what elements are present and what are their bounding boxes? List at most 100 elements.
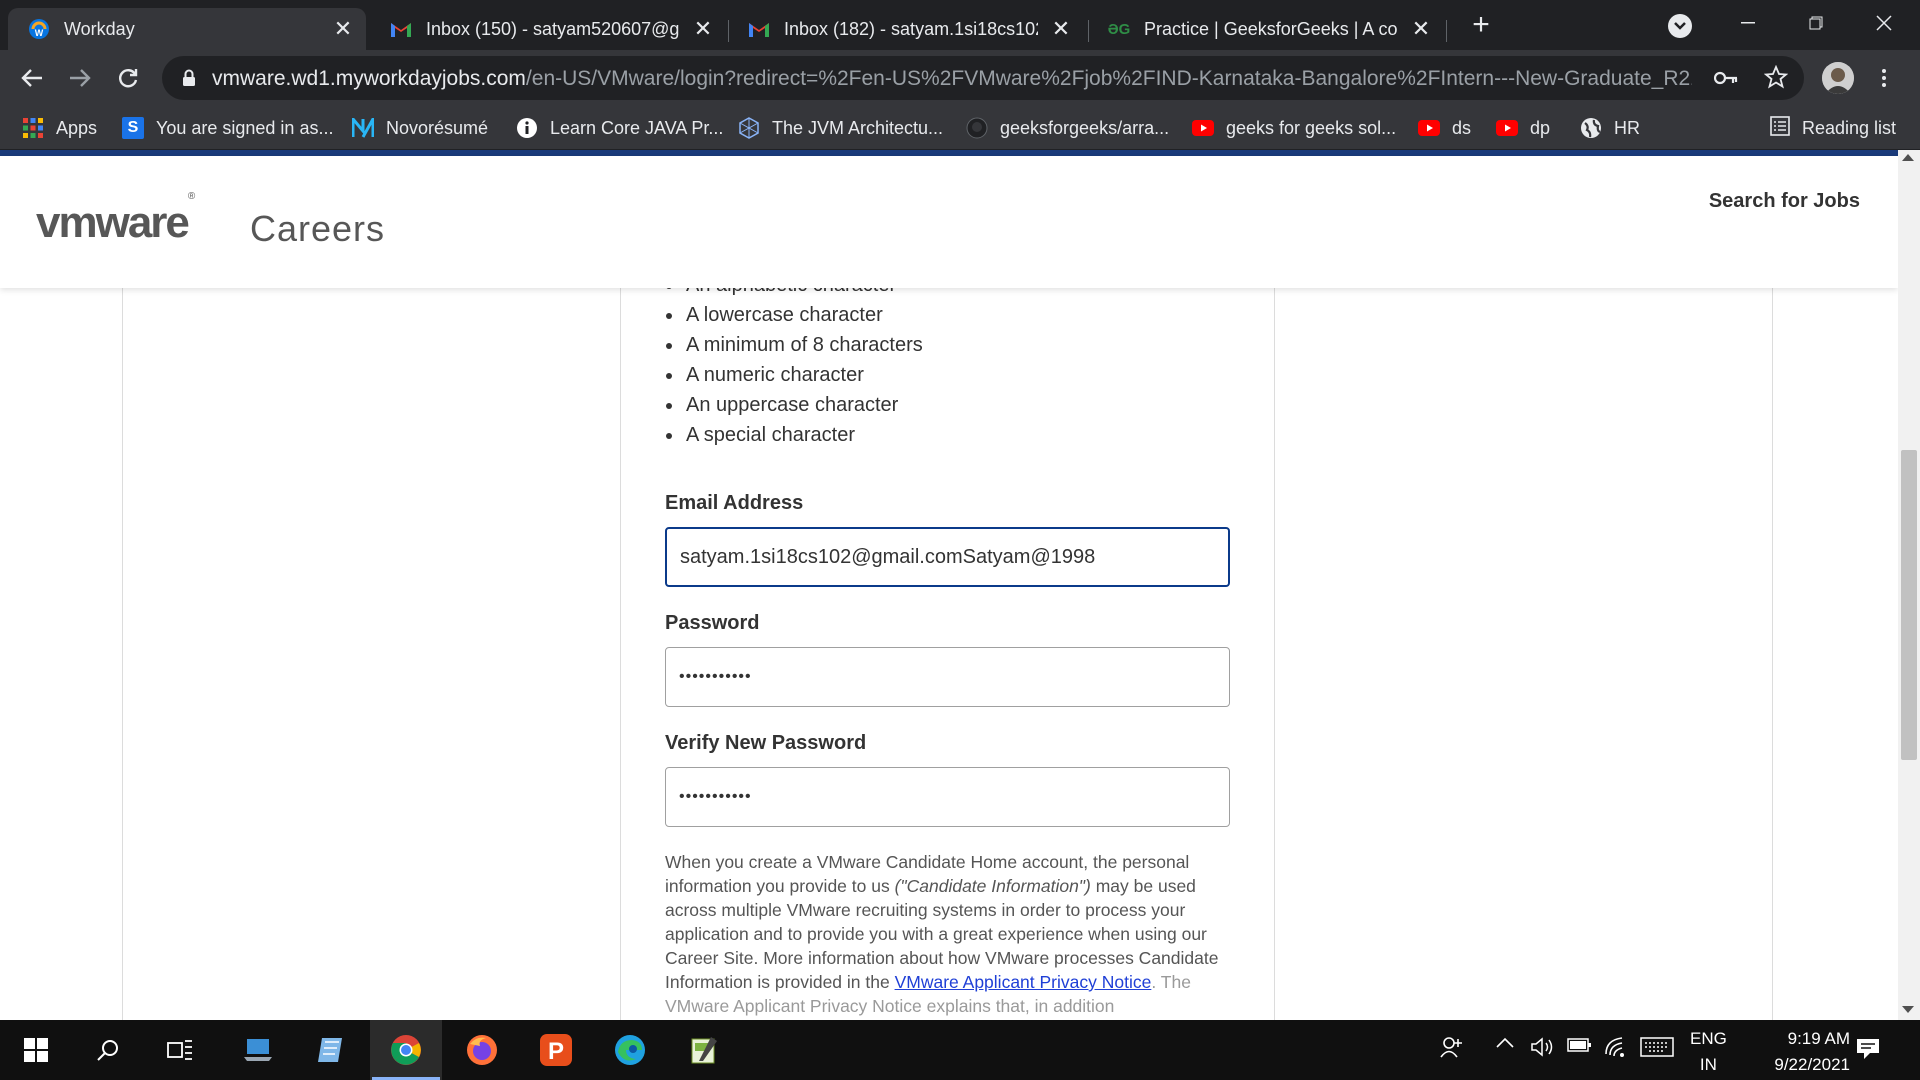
- tab-workday[interactable]: W Workday ✕: [8, 8, 366, 50]
- reload-icon[interactable]: [110, 60, 146, 96]
- page-scrollbar[interactable]: [1898, 150, 1920, 1020]
- lock-icon[interactable]: [182, 69, 196, 92]
- keyboard-icon[interactable]: [1640, 1036, 1674, 1058]
- tab-search-icon[interactable]: [1668, 14, 1692, 38]
- notepad-app-icon[interactable]: [668, 1020, 740, 1080]
- bookmark-label: geeks for geeks sol...: [1226, 117, 1397, 138]
- bookmark-github-gfg[interactable]: geeksforgeeks/arra...: [966, 114, 1169, 142]
- region-code: IN: [1699, 1055, 1717, 1074]
- bookmark-hr[interactable]: HR: [1580, 114, 1640, 142]
- back-arrow-icon[interactable]: [14, 60, 50, 96]
- scroll-down-arrow-icon[interactable]: [1902, 1006, 1914, 1013]
- privacy-notice-text: When you create a VMware Candidate Home …: [665, 850, 1235, 1018]
- wifi-icon[interactable]: [1604, 1036, 1628, 1058]
- novoresume-icon: [352, 117, 374, 139]
- bookmark-label: Novorésumé: [386, 117, 489, 138]
- privacy-text-emphasis: ("Candidate Information"): [894, 876, 1091, 896]
- new-tab-plus-icon[interactable]: +: [1466, 10, 1496, 40]
- windows-taskbar: P ENG IN 9:19 AM 9/22/2021: [0, 1020, 1920, 1080]
- search-for-jobs-link[interactable]: Search for Jobs: [1709, 190, 1860, 213]
- bookmark-label: HR: [1614, 117, 1640, 138]
- right-divider: [1772, 288, 1773, 1020]
- address-bar[interactable]: vmware.wd1.myworkdayjobs.com/en-US/VMwar…: [162, 56, 1804, 100]
- close-tab-icon[interactable]: ✕: [1048, 16, 1074, 42]
- bookmark-signed-in[interactable]: S You are signed in as...: [122, 114, 333, 142]
- email-field[interactable]: satyam.1si18cs102@gmail.comSatyam@1998: [665, 527, 1230, 587]
- input-language[interactable]: ENG IN: [1690, 1026, 1727, 1078]
- apps-grid-icon: [22, 117, 44, 139]
- requirement-item: A lowercase character: [664, 300, 923, 330]
- privacy-notice-link[interactable]: VMware Applicant Privacy Notice: [895, 972, 1152, 992]
- bookmark-label: The JVM Architectu...: [772, 117, 944, 138]
- password-value: •••••••••••: [679, 668, 752, 685]
- search-icon[interactable]: [72, 1020, 144, 1080]
- minimize-icon[interactable]: [1728, 8, 1768, 38]
- close-tab-icon[interactable]: ✕: [330, 16, 356, 42]
- scroll-up-arrow-icon[interactable]: [1902, 154, 1914, 161]
- bookmark-star-icon[interactable]: [1763, 64, 1789, 94]
- careers-title: Careers: [250, 208, 386, 249]
- restore-icon[interactable]: [1796, 8, 1836, 38]
- bookmark-label: Learn Core JAVA Pr...: [550, 117, 724, 138]
- bookmark-gfg-solutions[interactable]: geeks for geeks sol...: [1192, 114, 1396, 142]
- logo-text: vmware: [36, 198, 190, 247]
- battery-icon[interactable]: [1566, 1036, 1592, 1054]
- profile-avatar[interactable]: [1822, 62, 1854, 94]
- globe-icon: [1580, 117, 1602, 139]
- system-clock[interactable]: 9:19 AM 9/22/2021: [1740, 1026, 1850, 1078]
- key-icon[interactable]: [1713, 67, 1738, 94]
- reading-list-button[interactable]: Reading list: [1770, 114, 1896, 142]
- close-tab-icon[interactable]: ✕: [1408, 16, 1434, 42]
- requirement-item: A numeric character: [664, 360, 923, 390]
- left-divider: [122, 288, 123, 1020]
- windows-start-icon[interactable]: [0, 1020, 72, 1080]
- bookmark-label: You are signed in as...: [156, 117, 334, 138]
- close-window-icon[interactable]: [1864, 8, 1904, 38]
- svg-text:P: P: [548, 1038, 564, 1065]
- tab-geeksforgeeks[interactable]: ƏG Practice | GeeksforGeeks | A com ✕: [1088, 8, 1444, 50]
- email-value: satyam.1si18cs102@gmail.comSatyam@1998: [680, 545, 1096, 568]
- workday-icon: W: [28, 18, 50, 40]
- password-field[interactable]: •••••••••••: [665, 647, 1230, 707]
- volume-icon[interactable]: [1530, 1036, 1556, 1058]
- bookmark-apps[interactable]: Apps: [22, 114, 97, 142]
- youtube-icon: [1496, 117, 1518, 139]
- tab-title: Workday: [64, 18, 135, 39]
- firefox-icon[interactable]: [446, 1020, 518, 1080]
- bookmark-learn-java[interactable]: Learn Core JAVA Pr...: [516, 114, 723, 142]
- verify-password-field[interactable]: •••••••••••: [665, 767, 1230, 827]
- close-tab-icon[interactable]: ✕: [690, 16, 716, 42]
- bookmark-label: geeksforgeeks/arra...: [1000, 117, 1170, 138]
- tab-title: Inbox (150) - satyam520607@gm: [426, 18, 680, 39]
- language-code: ENG: [1690, 1029, 1727, 1048]
- pocket-p-icon[interactable]: P: [520, 1020, 592, 1080]
- web-page: vmware® Careers Search for Jobs An alpha…: [0, 150, 1898, 1020]
- notifications-icon[interactable]: [1856, 1038, 1880, 1060]
- info-icon: [516, 117, 538, 139]
- youtube-icon: [1418, 117, 1440, 139]
- edge-icon[interactable]: [594, 1020, 666, 1080]
- people-icon[interactable]: [1440, 1036, 1464, 1058]
- notes-app-icon[interactable]: [294, 1020, 366, 1080]
- browser-menu-icon[interactable]: [1874, 62, 1894, 94]
- vmware-logo[interactable]: vmware®: [36, 191, 195, 248]
- bookmark-ds[interactable]: ds: [1418, 114, 1471, 142]
- verify-password-label: Verify New Password: [665, 732, 867, 754]
- tab-gmail-1[interactable]: Inbox (150) - satyam520607@gm ✕: [370, 8, 726, 50]
- bookmark-dp[interactable]: dp: [1496, 114, 1550, 142]
- forward-arrow-icon[interactable]: [62, 60, 98, 96]
- bookmark-label: dp: [1530, 117, 1551, 138]
- password-label: Password: [665, 612, 760, 634]
- bookmark-novoresume[interactable]: Novorésumé: [352, 114, 488, 142]
- scrollbar-thumb[interactable]: [1901, 450, 1917, 760]
- laptop-app-icon[interactable]: [222, 1020, 294, 1080]
- chevron-up-icon[interactable]: [1496, 1036, 1514, 1048]
- email-label: Email Address: [665, 492, 804, 514]
- chrome-taskbar-icon[interactable]: [370, 1020, 442, 1080]
- verify-password-value: •••••••••••: [679, 788, 752, 805]
- gmail-icon: [390, 18, 412, 40]
- task-view-icon[interactable]: [144, 1020, 216, 1080]
- tab-gmail-2[interactable]: Inbox (182) - satyam.1si18cs102@ ✕: [728, 8, 1084, 50]
- bookmark-jvm[interactable]: The JVM Architectu...: [738, 114, 943, 142]
- url-text[interactable]: vmware.wd1.myworkdayjobs.com/en-US/VMwar…: [212, 67, 1692, 91]
